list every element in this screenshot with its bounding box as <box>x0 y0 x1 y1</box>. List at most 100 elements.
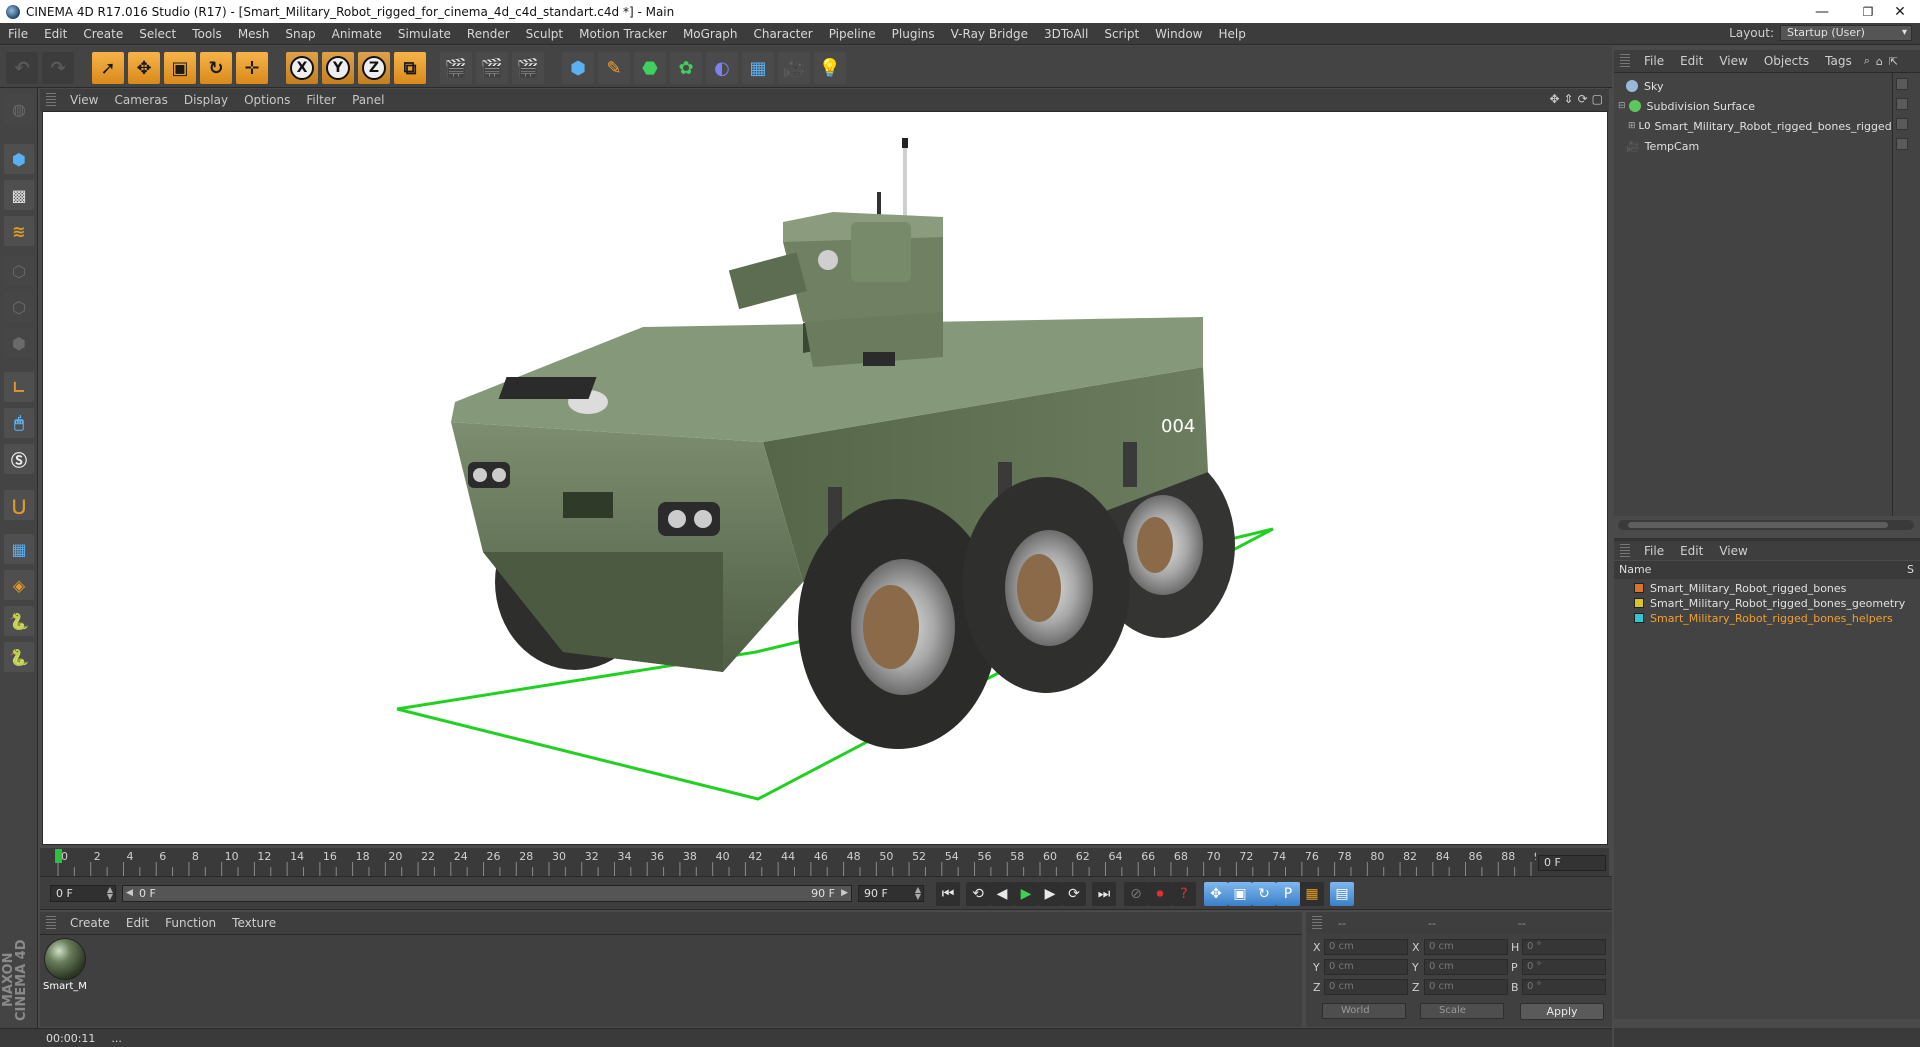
edges-mode-icon[interactable]: ⬡ <box>4 292 34 322</box>
coord-rot-h[interactable]: 0 ° <box>1522 939 1606 955</box>
python-script-2-icon[interactable]: 🐍 <box>4 642 34 672</box>
coord-rot-p[interactable]: 0 ° <box>1522 959 1606 975</box>
menu-vray-bridge[interactable]: V-Ray Bridge <box>943 27 1036 41</box>
visibility-checkbox[interactable] <box>1896 138 1908 150</box>
planar-workplane-icon[interactable]: ◈ <box>4 570 34 600</box>
make-editable-icon[interactable]: ◍ <box>4 94 34 124</box>
recent-tool-icon[interactable]: ✛ <box>236 52 268 84</box>
scrollbar-thumb[interactable] <box>1628 522 1888 528</box>
camera-icon[interactable]: 🎥 <box>778 52 810 84</box>
collapse-toggle-icon[interactable]: ⊟ <box>1618 101 1626 111</box>
menu-character[interactable]: Character <box>745 27 820 41</box>
object-menu-file[interactable]: File <box>1636 54 1672 68</box>
material-preview-sphere[interactable] <box>44 938 86 980</box>
coord-size-x[interactable]: 0 cm <box>1424 939 1508 955</box>
floor-scene-icon[interactable]: ▦ <box>742 52 774 84</box>
redo-icon[interactable]: ↷ <box>42 52 74 84</box>
viewport-menu-options[interactable]: Options <box>236 93 298 107</box>
key-position-icon[interactable]: ✥ <box>1204 882 1228 906</box>
model-mode-icon[interactable]: ⬢ <box>4 144 34 174</box>
edit-render-settings-icon[interactable]: 🎬 <box>512 52 544 84</box>
viewport-menu-display[interactable]: Display <box>176 93 236 107</box>
material-menu-create[interactable]: Create <box>62 916 118 930</box>
object-menu-objects[interactable]: Objects <box>1756 54 1817 68</box>
goto-end-icon[interactable]: ⏭ <box>1092 882 1116 906</box>
panel-grip[interactable] <box>1620 543 1630 558</box>
object-menu-edit[interactable]: Edit <box>1672 54 1711 68</box>
viewport-zoom-icon[interactable]: ⇕ <box>1564 92 1574 106</box>
layout-dropdown[interactable]: Startup (User) <box>1780 25 1912 41</box>
viewport-menu-view[interactable]: View <box>62 93 106 107</box>
cloner-icon[interactable]: ✿ <box>670 52 702 84</box>
rotate-tool-icon[interactable]: ↻ <box>200 52 232 84</box>
material-menu-edit[interactable]: Edit <box>118 916 157 930</box>
menu-plugins[interactable]: Plugins <box>884 27 943 41</box>
snap-enable-icon[interactable]: ⋃ <box>4 490 34 520</box>
goto-start-icon[interactable]: ⏮ <box>936 882 960 906</box>
timeline-end-frame-field[interactable]: 0 F <box>1538 855 1606 871</box>
coord-pos-z[interactable]: 0 cm <box>1324 979 1408 995</box>
layer-color-swatch[interactable] <box>1634 613 1644 623</box>
object-row-subdivision-surface[interactable]: ⊟ Subdivision Surface <box>1618 96 1898 116</box>
panel-grip[interactable] <box>1312 916 1322 930</box>
menu-file[interactable]: File <box>0 27 36 41</box>
record-disabled-icon[interactable]: ⊘ <box>1124 882 1148 906</box>
layer-color-swatch[interactable] <box>1634 583 1644 593</box>
prev-key-icon[interactable]: ⟲ <box>966 882 990 906</box>
light-icon[interactable]: 💡 <box>814 52 846 84</box>
menu-tools[interactable]: Tools <box>184 27 230 41</box>
object-menu-view[interactable]: View <box>1711 54 1755 68</box>
layer-color-swatch[interactable] <box>1634 598 1644 608</box>
minimize-button[interactable]: — <box>1802 0 1842 23</box>
coord-size-y[interactable]: 0 cm <box>1424 959 1508 975</box>
object-row-tempcam[interactable]: 🎥 TempCam <box>1626 136 1906 156</box>
move-tool-icon[interactable]: ✥ <box>128 52 160 84</box>
search-icon[interactable]: ⌕ <box>1864 54 1870 68</box>
z-axis-lock-icon[interactable]: Z <box>358 52 390 84</box>
menu-edit[interactable]: Edit <box>36 27 75 41</box>
coord-world-dropdown[interactable]: World <box>1322 1003 1406 1019</box>
cube-object-icon[interactable]: ⬢ <box>562 52 594 84</box>
coordinate-system-icon[interactable]: ⧉ <box>394 52 426 84</box>
subdivision-surface-icon[interactable]: ⬣ <box>634 52 666 84</box>
key-parameter-icon[interactable]: P <box>1276 882 1300 906</box>
viewport-move-icon[interactable]: ✥ <box>1549 92 1559 106</box>
menu-mograph[interactable]: MoGraph <box>675 27 746 41</box>
render-view-icon[interactable]: 🎬 <box>440 52 472 84</box>
timeline-playhead[interactable] <box>55 849 62 863</box>
menu-pipeline[interactable]: Pipeline <box>821 27 884 41</box>
tweak-mode-icon[interactable]: 🖱 <box>4 408 34 438</box>
layer-row-bones[interactable]: Smart_Military_Robot_rigged_bones <box>1634 580 1846 596</box>
timeline-window-icon[interactable]: ▤ <box>1330 882 1354 906</box>
soft-selection-icon[interactable]: Ⓢ <box>4 444 34 474</box>
key-scale-icon[interactable]: ▣ <box>1228 882 1252 906</box>
object-menu-tags[interactable]: Tags <box>1817 54 1860 68</box>
current-frame-field[interactable]: 0 F ▲ ▼ <box>50 885 116 902</box>
viewport-menu-cameras[interactable]: Cameras <box>106 93 175 107</box>
layer-menu-view[interactable]: View <box>1711 544 1755 558</box>
object-horizontal-scrollbar[interactable] <box>1618 520 1914 530</box>
texture-mode-icon[interactable]: ▩ <box>4 180 34 210</box>
deformer-icon[interactable]: ◐ <box>706 52 738 84</box>
next-frame-icon[interactable]: ▶ <box>1038 882 1062 906</box>
live-selection-icon[interactable]: ➚ <box>92 52 124 84</box>
3d-viewport[interactable]: 004 <box>42 111 1608 845</box>
visibility-checkbox[interactable] <box>1896 78 1908 90</box>
autokeying-icon[interactable]: ? <box>1172 882 1196 906</box>
points-mode-icon[interactable]: ⬡ <box>4 256 34 286</box>
material-menu-texture[interactable]: Texture <box>224 916 284 930</box>
home-icon[interactable]: ⌂ <box>1876 55 1883 68</box>
next-key-icon[interactable]: ⟳ <box>1062 882 1086 906</box>
record-active-objects-icon[interactable]: ⏺ <box>1148 882 1172 906</box>
x-axis-lock-icon[interactable]: X <box>286 52 318 84</box>
expand-toggle-icon[interactable]: ⊞ <box>1628 121 1636 131</box>
menu-3dtoall[interactable]: 3DToAll <box>1036 27 1096 41</box>
coord-rot-b[interactable]: 0 ° <box>1522 979 1606 995</box>
material-menu-function[interactable]: Function <box>157 916 224 930</box>
timeline-ruler[interactable]: 0 2 4 6 8 10 12 14 16 18 20 22 24 26 28 30 32 34 36 38 40 42 4… <box>40 848 1609 876</box>
menu-select[interactable]: Select <box>131 27 184 41</box>
menu-script[interactable]: Script <box>1096 27 1147 41</box>
viewport-menu-filter[interactable]: Filter <box>298 93 344 107</box>
polygons-mode-icon[interactable]: ⬢ <box>4 328 34 358</box>
scale-tool-icon[interactable]: ▣ <box>164 52 196 84</box>
